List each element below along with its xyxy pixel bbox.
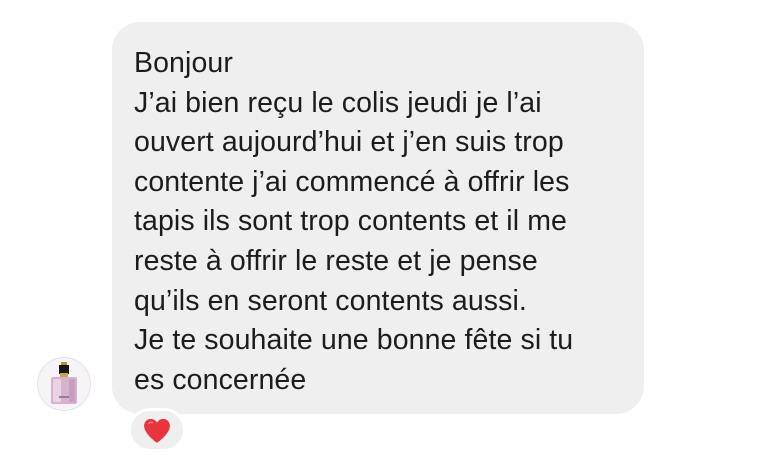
message-line: reste à offrir le reste et je pense — [134, 244, 538, 277]
message-text: Bonjour J’ai bien reçu le colis jeudi je… — [134, 44, 644, 400]
message-line: J’ai bien reçu le colis jeudi je l’ai — [134, 86, 542, 119]
chat-conversation: Bonjour J’ai bien reçu le colis jeudi je… — [0, 0, 768, 455]
heart-reaction[interactable] — [128, 408, 186, 452]
message-line: ouvert aujourd’hui et j’en suis trop — [134, 126, 564, 159]
perfume-bottle-icon — [38, 358, 90, 410]
message-line: es concernée — [134, 363, 307, 396]
message-line: Bonjour — [134, 47, 233, 79]
message-line: Je te souhaite une bonne fête si tu — [134, 324, 574, 357]
red-heart-icon — [144, 418, 170, 443]
message-line: qu’ils en seront contents aussi. — [134, 284, 527, 317]
sender-avatar[interactable] — [37, 357, 91, 411]
message-line: tapis ils sont trop contents et il me — [134, 205, 567, 238]
message-bubble[interactable]: Bonjour J’ai bien reçu le colis jeudi je… — [112, 22, 644, 414]
message-line: contente j’ai commencé à offrir les — [134, 165, 570, 198]
